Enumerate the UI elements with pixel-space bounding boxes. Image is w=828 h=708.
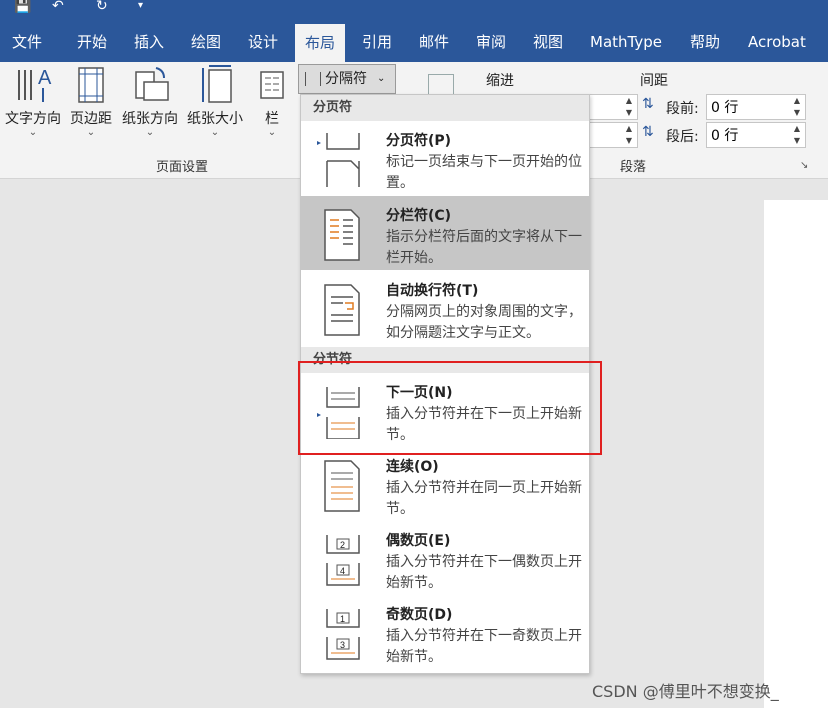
tab-references[interactable]: 引用 (362, 22, 392, 62)
space-before-value: 0 行 (711, 100, 739, 116)
tab-acrobat[interactable]: Acrobat (748, 22, 806, 62)
svg-text:4: 4 (340, 566, 345, 576)
space-before-icon: ⇅ (642, 96, 654, 112)
odd-page-section-break-item[interactable]: 1 3 奇数页(D) 插入分节符并在下一奇数页上开始新节。 (301, 595, 589, 669)
margins-button[interactable]: 页边距 ⌄ (66, 62, 116, 138)
columns-button[interactable]: 栏 ⌄ (256, 62, 288, 138)
ribbon-tabs: 文件 开始 插入 绘图 设计 布局 引用 邮件 审阅 视图 MathType 帮… (0, 22, 828, 62)
columns-label: 栏 (265, 111, 279, 127)
dialog-launcher-icon[interactable]: ↘ (800, 160, 808, 171)
tab-file[interactable]: 文件 (12, 22, 42, 62)
continuous-section-break-item[interactable]: 连续(O) 插入分节符并在同一页上开始新节。 (301, 447, 589, 521)
space-before-input[interactable]: 0 行 ▲ ▼ (706, 94, 806, 120)
odd-page-break-icon: 1 3 (326, 609, 360, 660)
chevron-down-icon: ⌄ (267, 127, 277, 138)
item-title: 自动换行符(T) (386, 283, 479, 299)
chevron-down-icon: ⌄ (28, 127, 38, 138)
svg-text:2: 2 (340, 540, 345, 550)
tab-design[interactable]: 设计 (248, 22, 278, 62)
text-direction-button[interactable]: A 文字方向 ⌄ (2, 62, 64, 138)
chevron-down-icon: ⌄ (86, 127, 96, 138)
tab-mathtype[interactable]: MathType (590, 22, 662, 62)
save-icon[interactable]: 💾 (14, 0, 31, 13)
column-break-item[interactable]: 分栏符(C) 指示分栏符后面的文字将从下一栏开始。 (301, 196, 589, 270)
spinner-arrows-icon[interactable]: ▲ ▼ (791, 95, 803, 119)
breaks-button[interactable]: 分隔符 ⌄ (298, 64, 396, 94)
space-before-label: 段前: (666, 101, 699, 117)
even-page-break-icon: 2 4 (326, 535, 360, 586)
tab-draw[interactable]: 绘图 (191, 22, 221, 62)
text-wrapping-break-icon (324, 284, 360, 336)
space-after-icon: ⇅ (642, 124, 654, 140)
page-break-icon (317, 133, 360, 187)
text-direction-icon: A (18, 67, 52, 102)
size-icon (202, 65, 232, 103)
indent-label: 缩进 (486, 73, 514, 89)
page-breaks-header: 分页符 (301, 95, 589, 121)
svg-text:3: 3 (340, 640, 345, 650)
column-break-icon (324, 209, 360, 261)
orientation-icon (135, 67, 169, 101)
tab-mailings[interactable]: 邮件 (419, 22, 449, 62)
space-after-label: 段后: (666, 129, 699, 145)
text-wrapping-break-item[interactable]: 自动换行符(T) 分隔网页上的对象周围的文字，如分隔题注文字与正文。 (301, 271, 589, 345)
item-desc: 插入分节符并在下一奇数页上开始新节。 (386, 628, 582, 665)
redo-icon[interactable]: ↻ (96, 0, 108, 13)
indent-right-input[interactable]: ▲ ▼ (588, 122, 638, 148)
chevron-down-icon: ⌄ (210, 127, 220, 138)
customize-quick-access-icon[interactable]: ▾ (138, 0, 143, 12)
tab-help[interactable]: 帮助 (690, 22, 720, 62)
chevron-down-icon: ⌄ (145, 127, 155, 138)
item-title: 偶数页(E) (386, 533, 451, 549)
spinner-arrows-icon[interactable]: ▲ ▼ (791, 123, 803, 147)
columns-icon (260, 71, 284, 99)
spinner-arrows-icon[interactable]: ▲ ▼ (623, 123, 635, 147)
margins-label: 页边距 (70, 111, 112, 127)
spacing-label: 间距 (640, 73, 668, 89)
item-title: 奇数页(D) (386, 607, 453, 623)
undo-icon[interactable]: ↶ (52, 0, 64, 13)
annotation-highlight-box (298, 361, 602, 455)
orientation-label: 纸张方向 (122, 111, 178, 127)
watermark: CSDN @傅里叶不想变换_ (592, 682, 779, 701)
item-title: 分页符(P) (386, 133, 452, 149)
svg-text:1: 1 (340, 614, 345, 624)
breaks-label: 分隔符 (325, 71, 367, 87)
tab-home[interactable]: 开始 (77, 22, 107, 62)
page-break-item[interactable]: 分页符(P) 标记一页结束与下一页开始的位置。 (301, 121, 589, 195)
tab-layout[interactable]: 布局 (295, 24, 346, 62)
document-page[interactable] (764, 200, 828, 708)
page-setup-group-label: 页面设置 (156, 160, 209, 175)
breaks-icon (305, 72, 321, 86)
svg-text:A: A (38, 67, 52, 89)
title-bar: 💾 ↶ ↻ ▾ (0, 0, 828, 22)
text-direction-label: 文字方向 (5, 111, 61, 127)
size-button[interactable]: 纸张大小 ⌄ (184, 62, 246, 138)
item-desc: 指示分栏符后面的文字将从下一栏开始。 (386, 229, 582, 266)
even-page-section-break-item[interactable]: 2 4 偶数页(E) 插入分节符并在下一偶数页上开始新节。 (301, 521, 589, 595)
item-title: 连续(O) (386, 459, 439, 475)
orientation-button[interactable]: 纸张方向 ⌄ (118, 62, 182, 138)
item-desc: 插入分节符并在下一偶数页上开始新节。 (386, 554, 582, 591)
margins-icon (78, 67, 104, 103)
space-after-input[interactable]: 0 行 ▲ ▼ (706, 122, 806, 148)
spinner-arrows-icon[interactable]: ▲ ▼ (623, 95, 635, 119)
item-desc: 分隔网页上的对象周围的文字，如分隔题注文字与正文。 (386, 304, 582, 341)
item-desc: 标记一页结束与下一页开始的位置。 (386, 154, 582, 191)
tab-insert[interactable]: 插入 (134, 22, 164, 62)
item-desc: 插入分节符并在同一页上开始新节。 (386, 480, 582, 517)
tab-view[interactable]: 视图 (533, 22, 563, 62)
size-label: 纸张大小 (187, 111, 243, 127)
paragraph-group-label: 段落 (620, 160, 647, 175)
indent-left-input[interactable]: ▲ ▼ (588, 94, 638, 120)
space-after-value: 0 行 (711, 128, 739, 144)
item-title: 分栏符(C) (386, 208, 452, 224)
chevron-down-icon: ⌄ (377, 73, 386, 84)
tab-review[interactable]: 审阅 (476, 22, 506, 62)
continuous-break-icon (324, 460, 360, 512)
